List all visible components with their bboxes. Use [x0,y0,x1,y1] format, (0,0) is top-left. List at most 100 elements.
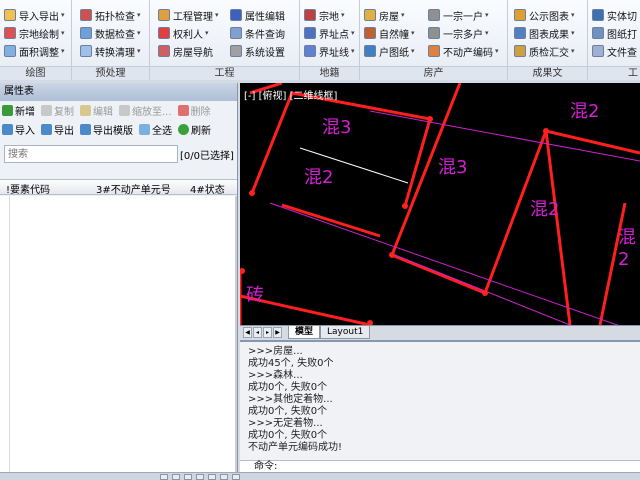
search-input[interactable] [4,145,178,163]
edit-button[interactable]: 编辑 [80,103,113,118]
ribbon-group-tools: 实体切 图纸打 文件查 工 [588,0,640,80]
convert-clean-button[interactable]: 转换清理 ▾ [80,42,141,60]
boundary-line-button[interactable]: 界址线 ▾ [304,42,355,60]
status-toggle[interactable] [220,474,228,480]
area-adjust-button[interactable]: 面积调整 ▾ [4,42,65,60]
chart-results-button[interactable]: 图表成果 ▾ [514,24,575,42]
entity-cut-button[interactable]: 实体切 [592,6,637,24]
add-button[interactable]: 新增 [2,103,35,118]
command-line: 成功0个, 失败0个 [248,406,328,417]
house-button[interactable]: 房屋 ▾ [364,6,405,24]
parcel-line [250,91,432,207]
status-toggle[interactable] [160,474,168,480]
group-label-property: 房产 [360,66,507,80]
one-parcel-one-unit-button[interactable]: 一宗一户 ▾ [428,6,489,24]
multi-unit-icon [428,27,440,39]
data-check-button[interactable]: 数据检查 ▾ [80,24,141,42]
import-export-icon [4,9,16,21]
project-manage-button[interactable]: 工程管理 ▾ [158,6,219,24]
column-header-unit-number[interactable]: 3#不动产单元号 [96,181,171,196]
zoom-to-button[interactable]: 缩放至... [119,103,172,118]
status-toggle[interactable] [172,474,180,480]
building-label: 混2 [570,101,600,122]
search-row: [0/0已选择] [0,143,237,165]
group-label-tools: 工 [588,66,640,80]
house-nav-icon [158,45,170,57]
ribbon-group-cadastre: 宗地 ▾ 界址点 ▾ 界址线 ▾ 地籍 [300,0,360,80]
attribute-table[interactable] [0,196,237,472]
command-line: >>>无定着物... [248,418,323,429]
nav-next-button[interactable]: ▸ [263,327,272,338]
status-toggle[interactable] [232,474,240,480]
status-toggle[interactable] [196,474,204,480]
attribute-panel: 属性表 新增 复制 编辑 缩放至... 删除 导入 导出 导出模版 全选 刷新 … [0,83,238,480]
tab-model[interactable]: 模型 [288,326,321,339]
status-toggle[interactable] [208,474,216,480]
import-export-button[interactable]: 导入导出 ▾ [4,6,65,24]
view-label[interactable]: [-] [俯视] [二维线框] [244,87,337,102]
zoom-icon [119,105,130,116]
export-button[interactable]: 导出 [41,122,74,137]
attribute-edit-button[interactable]: 属性编辑 [230,6,285,24]
copy-icon [41,105,52,116]
command-input[interactable]: 命令: [240,460,640,472]
project-icon [158,9,170,21]
command-history: >>>房屋... 成功45个, 失败0个 >>>森林... 成功0个, 失败0个… [240,340,640,460]
system-settings-button[interactable]: 系统设置 [230,42,285,60]
refresh-icon [178,124,189,135]
building-label: 混2 [530,199,560,220]
ribbon: 导入导出 ▾ 宗地绘制 ▾ 面积调整 ▾ 绘图 拓扑检查 ▾ 数据检查 ▾ 转换清理 ▾ 预… [0,0,640,80]
query-icon [230,27,242,39]
parcel-line [544,130,572,325]
owner-button[interactable]: 权利人 ▾ [158,24,209,42]
qc-submit-button[interactable]: 质检汇交 ▾ [514,42,575,60]
natural-building-button[interactable]: 自然幢 ▾ [364,24,415,42]
public-chart-button[interactable]: 公示图表 ▾ [514,6,575,24]
panel-toolbar-2: 导入 导出 导出模版 全选 刷新 [0,120,237,139]
copy-button[interactable]: 复制 [41,103,74,118]
column-header-status[interactable]: 4#状态 [190,181,225,196]
export-template-button[interactable]: 导出模版 [80,122,133,137]
data-check-icon [80,27,92,39]
boundary-point [427,116,433,122]
parcel-draw-button[interactable]: 宗地绘制 ▾ [4,24,65,42]
boundary-line [269,202,619,325]
boundary-point-button[interactable]: 界址点 ▾ [304,24,355,42]
file-check-button[interactable]: 文件查 [592,42,637,60]
unit-drawing-icon [364,45,376,57]
import-button[interactable]: 导入 [2,122,35,137]
drawing-print-button[interactable]: 图纸打 [592,24,637,42]
cad-viewport[interactable]: [-] [俯视] [二维线框] 混3 混2 混3 混2 混2 混2 砖 [240,83,640,325]
delete-button[interactable]: 删除 [177,103,211,118]
nav-last-button[interactable]: ▶ [273,327,282,338]
command-line: 成功0个, 失败0个 [248,430,328,441]
nav-prev-button[interactable]: ◂ [253,327,262,338]
parcel-button[interactable]: 宗地 ▾ [304,6,345,24]
table-scrollbar[interactable] [235,196,237,472]
select-all-button[interactable]: 全选 [139,122,172,137]
status-toggle[interactable] [184,474,192,480]
property-code-button[interactable]: 不动产编码 ▾ [428,42,499,60]
owner-icon [158,27,170,39]
refresh-button[interactable]: 刷新 [178,122,211,137]
ribbon-group-output: 公示图表 ▾ 图表成果 ▾ 质检汇交 ▾ 成果文 [508,0,588,80]
topology-icon [80,9,92,21]
group-label-preprocess: 预处理 [72,66,149,80]
boundary-point [249,190,255,196]
condition-query-button[interactable]: 条件查询 [230,24,285,42]
parcel-draw-icon [4,27,16,39]
command-line: >>>房屋... [248,346,303,357]
boundary-point-icon [304,27,316,39]
panel-toolbar-1: 新增 复制 编辑 缩放至... 删除 [0,101,237,120]
group-label-drawing: 绘图 [0,66,71,80]
boundary-point [482,290,488,296]
house-nav-button[interactable]: 房屋导航 [158,42,213,60]
topology-check-button[interactable]: 拓扑检查 ▾ [80,6,141,24]
nav-first-button[interactable]: ◀ [243,327,252,338]
column-header-feature-code[interactable]: !要素代码 [6,181,50,196]
chart-results-icon [514,27,526,39]
unit-drawing-button[interactable]: 户图纸 ▾ [364,42,415,60]
one-parcel-multi-unit-button[interactable]: 一宗多户 ▾ [428,24,489,42]
tab-layout1[interactable]: Layout1 [320,326,371,339]
group-label-project: 工程 [150,66,299,80]
